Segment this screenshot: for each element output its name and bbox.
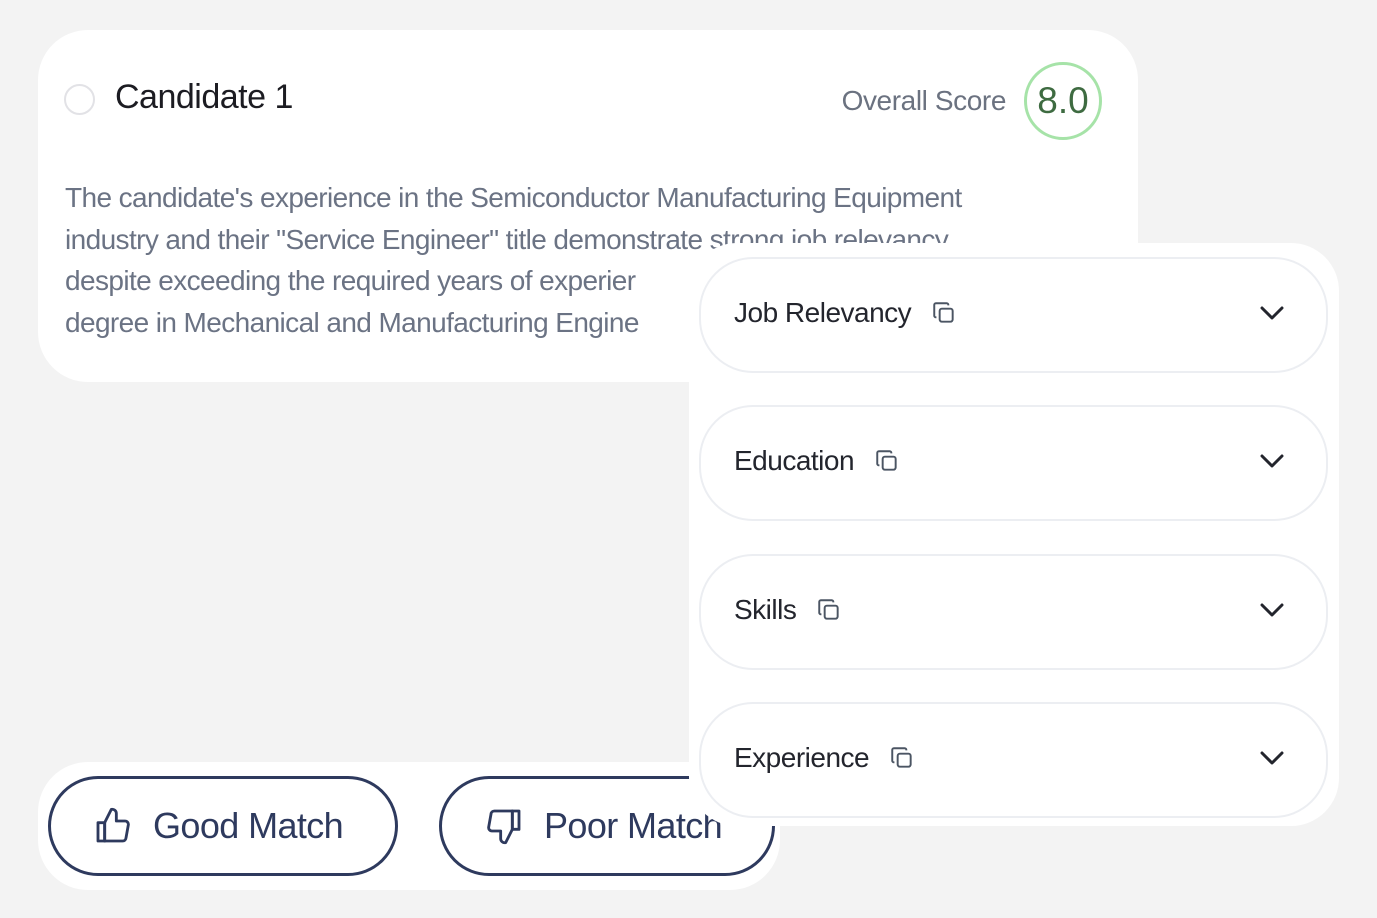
overall-score-label: Overall Score bbox=[841, 85, 1007, 116]
criteria-label: Education bbox=[734, 445, 855, 476]
criteria-title: Job Relevancy bbox=[734, 297, 957, 329]
good-match-label: Good Match bbox=[153, 805, 344, 846]
criteria-label: Skills bbox=[734, 594, 797, 625]
criteria-label: Experience bbox=[734, 742, 870, 773]
criteria-item-job-relevancy[interactable]: Job Relevancy bbox=[699, 257, 1328, 373]
criteria-item-skills[interactable]: Skills bbox=[699, 554, 1328, 670]
criteria-title: Experience bbox=[734, 742, 915, 774]
criteria-title: Education bbox=[734, 445, 900, 477]
criteria-panel: Job Relevancy Education Skills Experienc… bbox=[689, 243, 1339, 826]
copy-icon[interactable] bbox=[889, 745, 915, 771]
score-badge: 8.0 bbox=[1024, 62, 1102, 140]
good-match-button[interactable]: Good Match bbox=[48, 776, 398, 876]
thumbs-up-icon bbox=[93, 806, 133, 846]
overall-score: Overall Score 8.0 bbox=[842, 60, 1102, 142]
criteria-label: Job Relevancy bbox=[734, 297, 912, 328]
summary-line: despite exceeding the required years of … bbox=[65, 265, 636, 296]
summary-line: degree in Mechanical and Manufacturing E… bbox=[65, 306, 639, 338]
chevron-down-icon[interactable] bbox=[1258, 451, 1286, 471]
criteria-title: Skills bbox=[734, 594, 842, 626]
copy-icon[interactable] bbox=[931, 300, 957, 326]
thumbs-down-icon bbox=[484, 806, 524, 846]
candidate-name: Candidate 1 bbox=[115, 78, 293, 116]
candidate-header: Candidate 1 Overall Score 8.0 bbox=[64, 60, 1102, 142]
criteria-item-education[interactable]: Education bbox=[699, 405, 1328, 521]
candidate-select-radio[interactable] bbox=[64, 84, 95, 115]
feedback-bar: Good Match Poor Match bbox=[38, 762, 780, 890]
copy-icon[interactable] bbox=[874, 448, 900, 474]
summary-line: The candidate's experience in the Semico… bbox=[65, 182, 962, 213]
chevron-down-icon[interactable] bbox=[1258, 303, 1286, 323]
chevron-down-icon[interactable] bbox=[1258, 748, 1286, 768]
copy-icon[interactable] bbox=[816, 597, 842, 623]
poor-match-label: Poor Match bbox=[544, 805, 723, 846]
chevron-down-icon[interactable] bbox=[1258, 600, 1286, 620]
criteria-item-experience[interactable]: Experience bbox=[699, 702, 1328, 818]
